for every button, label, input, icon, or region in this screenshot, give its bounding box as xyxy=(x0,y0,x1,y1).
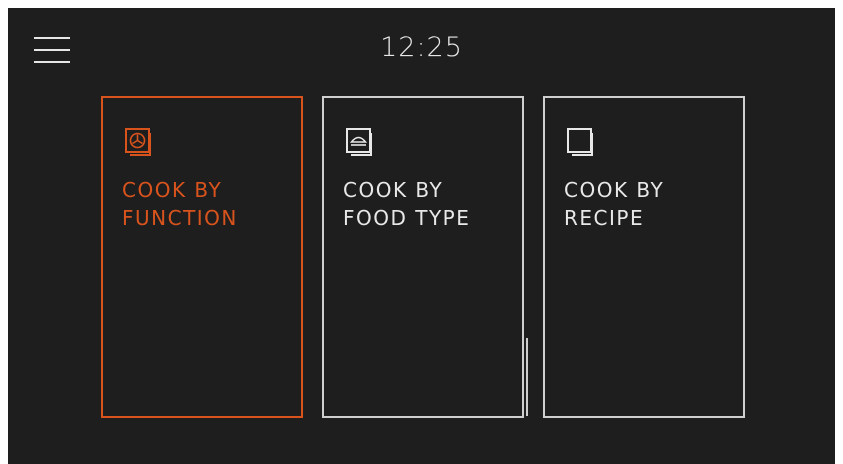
recipe-book-icon xyxy=(567,128,593,156)
cook-by-function-label: COOK BY FUNCTION xyxy=(122,178,238,230)
oven-display: 12:25 COOK BY FUNCTION COOK BY FOOD TYPE xyxy=(8,8,835,464)
food-type-icon xyxy=(346,128,372,156)
scroll-indicator xyxy=(526,338,528,416)
oven-function-icon xyxy=(125,128,151,156)
cook-by-food-type-label: COOK BY FOOD TYPE xyxy=(343,178,471,230)
cook-by-function-card[interactable]: COOK BY FUNCTION xyxy=(101,96,303,418)
cook-by-recipe-card[interactable]: COOK BY RECIPE xyxy=(543,96,745,418)
cook-by-food-type-card[interactable]: COOK BY FOOD TYPE xyxy=(322,96,524,418)
cook-by-recipe-label: COOK BY RECIPE xyxy=(564,178,665,230)
clock-time: 12:25 xyxy=(380,32,463,63)
